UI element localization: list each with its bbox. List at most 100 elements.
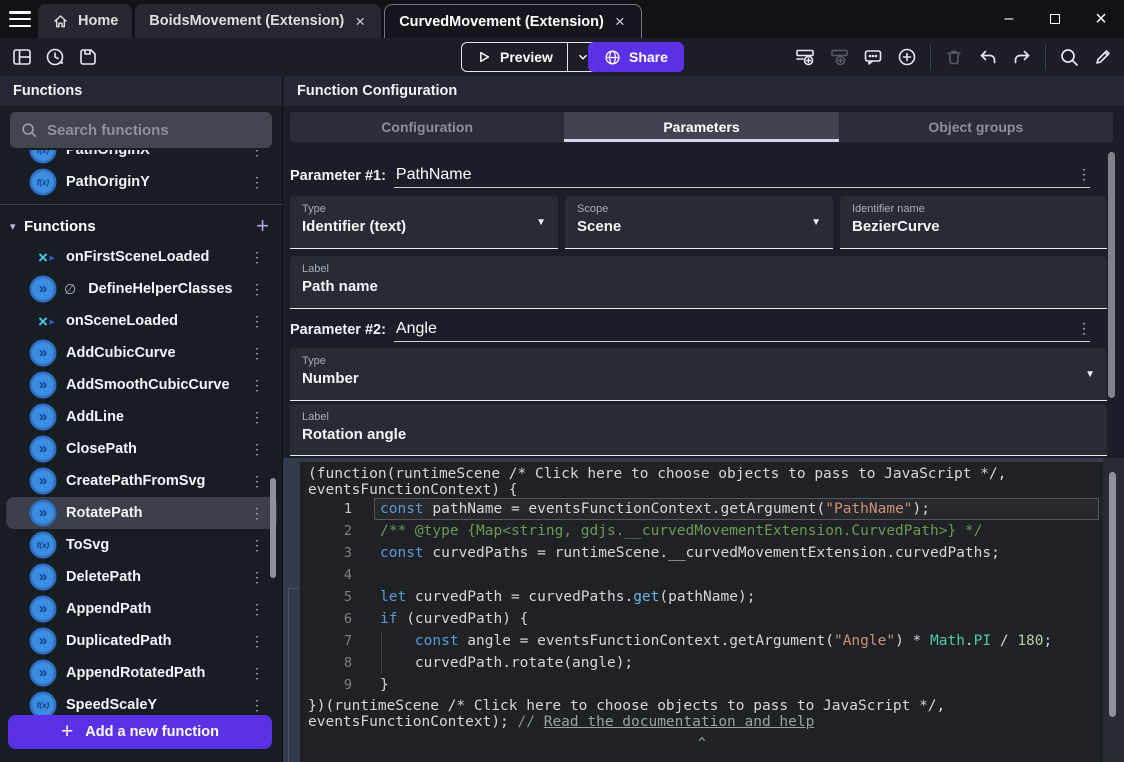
collapse-triangle-icon[interactable]: ▾ bbox=[10, 220, 24, 233]
function-list-item[interactable]: ×▸onFirstSceneLoaded⋮ bbox=[6, 241, 277, 273]
code-line[interactable]: 6if (curvedPath) { bbox=[300, 608, 1103, 630]
function-list-item[interactable]: f(x)PathOriginY⋮ bbox=[6, 166, 277, 198]
parameter-1-menu-button[interactable]: ⋮ bbox=[1074, 166, 1094, 183]
param2-label-field[interactable]: Label Rotation angle bbox=[290, 404, 1107, 456]
minimize-button[interactable]: – bbox=[986, 0, 1032, 38]
functions-section-header[interactable]: ▾Functions+ bbox=[0, 211, 283, 241]
parameters-scrollbar[interactable] bbox=[1108, 152, 1115, 398]
function-list-item[interactable]: »∅DefineHelperClasses⋮ bbox=[6, 273, 277, 305]
javascript-code-editor[interactable]: (function(runtimeScene /* Click here to … bbox=[300, 462, 1103, 762]
param1-scope-field[interactable]: Scope Scene ▼ bbox=[565, 196, 833, 249]
tab-home[interactable]: Home bbox=[38, 4, 132, 38]
scroll-more-caret[interactable]: ^ bbox=[698, 736, 706, 751]
item-menu-button[interactable]: ⋮ bbox=[247, 313, 267, 330]
add-function-plus-icon[interactable]: + bbox=[256, 215, 269, 237]
fx-glyph: f(x) bbox=[37, 541, 49, 550]
project-manager-icon[interactable] bbox=[11, 46, 33, 68]
item-menu-button[interactable]: ⋮ bbox=[247, 601, 267, 618]
item-menu-button[interactable]: ⋮ bbox=[247, 345, 267, 362]
item-menu-button[interactable]: ⋮ bbox=[247, 697, 267, 714]
item-menu-button[interactable]: ⋮ bbox=[247, 249, 267, 266]
function-list-item[interactable]: »DuplicatedPath⋮ bbox=[6, 625, 277, 657]
undo-icon[interactable] bbox=[977, 46, 999, 68]
item-menu-button[interactable]: ⋮ bbox=[247, 281, 267, 298]
add-comment-icon[interactable] bbox=[862, 46, 884, 68]
sidebar-title: Functions bbox=[13, 83, 82, 99]
item-menu-button[interactable]: ⋮ bbox=[247, 409, 267, 426]
main-menu-icon[interactable] bbox=[8, 8, 32, 30]
param1-identifier-field[interactable]: Identifier name BezierCurve bbox=[840, 196, 1107, 249]
chevrons-glyph: » bbox=[39, 409, 47, 424]
add-other-event-icon[interactable] bbox=[896, 46, 918, 68]
code-line[interactable]: 3const curvedPaths = runtimeScene.__curv… bbox=[300, 542, 1103, 564]
tab-boidsmovement[interactable]: BoidsMovement (Extension) × bbox=[135, 4, 381, 38]
code-scrollbar[interactable] bbox=[1109, 472, 1116, 717]
save-icon[interactable] bbox=[77, 46, 99, 68]
code-line[interactable]: 9} bbox=[300, 674, 1103, 696]
function-list-item[interactable]: ×▸onSceneLoaded⋮ bbox=[6, 305, 277, 337]
item-menu-button[interactable]: ⋮ bbox=[247, 441, 267, 458]
add-event-icon[interactable] bbox=[794, 46, 816, 68]
function-name: PathOriginY bbox=[66, 174, 247, 190]
code-line[interactable]: 5let curvedPath = curvedPaths.get(pathNa… bbox=[300, 586, 1103, 608]
function-list-item[interactable]: »AddCubicCurve⋮ bbox=[6, 337, 277, 369]
tab-curvedmovement[interactable]: CurvedMovement (Extension) × bbox=[384, 4, 642, 38]
function-list-item[interactable]: f(x) ToSvg⋮ bbox=[6, 529, 277, 561]
documentation-link[interactable]: Read the documentation and help bbox=[544, 714, 815, 730]
param2-type-field[interactable]: Type Number ▼ bbox=[290, 348, 1107, 401]
item-menu-button[interactable]: ⋮ bbox=[247, 569, 267, 586]
code-line[interactable]: 7 const angle = eventsFunctionContext.ge… bbox=[300, 630, 1103, 652]
item-menu-button[interactable]: ⋮ bbox=[247, 665, 267, 682]
code-line[interactable]: 1const pathName = eventsFunctionContext.… bbox=[300, 498, 1103, 520]
expression-function-icon: f(x) bbox=[32, 534, 54, 556]
tab-configuration[interactable]: Configuration bbox=[290, 112, 564, 142]
function-list-item[interactable]: »RotatePath⋮ bbox=[6, 497, 277, 529]
function-list-item[interactable]: »AppendRotatedPath⋮ bbox=[6, 657, 277, 689]
parameter-2-menu-button[interactable]: ⋮ bbox=[1074, 320, 1094, 337]
item-menu-button[interactable]: ⋮ bbox=[247, 633, 267, 650]
delete-icon[interactable] bbox=[943, 46, 965, 68]
share-button[interactable]: Share bbox=[588, 42, 684, 72]
item-menu-button[interactable]: ⋮ bbox=[247, 537, 267, 554]
sidebar-scrollbar[interactable] bbox=[270, 478, 276, 578]
function-list-item[interactable]: »ClosePath⋮ bbox=[6, 433, 277, 465]
item-menu-button[interactable]: ⋮ bbox=[247, 150, 267, 159]
add-subevent-icon[interactable] bbox=[828, 46, 850, 68]
code-line[interactable]: 2/** @type {Map<string, gdjs.__curvedMov… bbox=[300, 520, 1103, 542]
item-menu-button[interactable]: ⋮ bbox=[247, 473, 267, 490]
action-function-icon: » bbox=[32, 342, 54, 364]
chevrons-glyph: » bbox=[39, 345, 47, 360]
tab-parameters[interactable]: Parameters bbox=[564, 112, 838, 142]
edit-pen-icon[interactable] bbox=[1092, 46, 1114, 68]
maximize-button[interactable] bbox=[1032, 0, 1078, 38]
tab-object-groups[interactable]: Object groups bbox=[839, 112, 1113, 142]
function-list-item[interactable]: »CreatePathFromSvg⋮ bbox=[6, 465, 277, 497]
version-history-icon[interactable] bbox=[44, 46, 66, 68]
function-list-item[interactable]: »AddSmoothCubicCurve⋮ bbox=[6, 369, 277, 401]
code-line[interactable]: 8 curvedPath.rotate(angle); bbox=[300, 652, 1103, 674]
plus-icon: + bbox=[61, 720, 73, 744]
preview-button[interactable]: Preview bbox=[462, 43, 567, 71]
close-tab-icon[interactable]: × bbox=[613, 13, 627, 30]
function-name: ToSvg bbox=[66, 537, 247, 553]
function-list-item[interactable]: »AddLine⋮ bbox=[6, 401, 277, 433]
item-menu-button[interactable]: ⋮ bbox=[247, 377, 267, 394]
add-function-button[interactable]: + Add a new function bbox=[8, 715, 272, 749]
search-input[interactable] bbox=[47, 122, 262, 139]
function-list-item[interactable]: f(x)PathOriginX⋮ bbox=[6, 150, 277, 166]
function-list-item[interactable]: »AppendPath⋮ bbox=[6, 593, 277, 625]
function-list-item[interactable]: »DeletePath⋮ bbox=[6, 561, 277, 593]
search-icon[interactable] bbox=[1058, 46, 1080, 68]
item-menu-button[interactable]: ⋮ bbox=[247, 174, 267, 191]
parameter-1-name-input[interactable]: PathName bbox=[394, 166, 1090, 188]
close-window-button[interactable]: × bbox=[1078, 0, 1124, 38]
param1-label-field[interactable]: Label Path name bbox=[290, 256, 1107, 309]
redo-icon[interactable] bbox=[1011, 46, 1033, 68]
code-line[interactable]: 4 bbox=[300, 564, 1103, 586]
param1-type-field[interactable]: Type Identifier (text) ▼ bbox=[290, 196, 558, 249]
close-tab-icon[interactable]: × bbox=[353, 13, 367, 30]
parameter-2-name-input[interactable]: Angle bbox=[394, 320, 1090, 342]
search-field[interactable] bbox=[10, 112, 272, 148]
item-menu-button[interactable]: ⋮ bbox=[247, 505, 267, 522]
config-panel-header: Function Configuration bbox=[284, 76, 1124, 106]
